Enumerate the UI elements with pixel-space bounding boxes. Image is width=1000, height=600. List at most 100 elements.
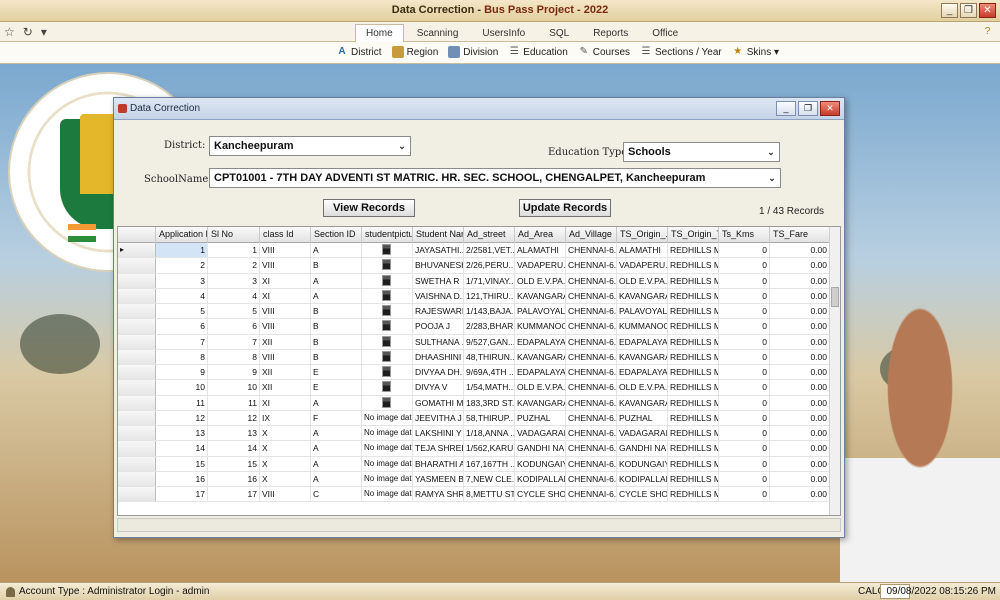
student-picture-cell[interactable]: [362, 288, 413, 303]
customize-dropdown-icon[interactable]: ▾: [41, 25, 47, 39]
cell-street[interactable]: 183,3RD ST...: [464, 395, 515, 410]
cell-origin[interactable]: KUMMANOOR: [617, 319, 668, 334]
education-command[interactable]: ☰ Education: [508, 46, 568, 58]
cell-village[interactable]: CHENNAI-6...: [566, 349, 617, 364]
row-header[interactable]: [118, 319, 156, 334]
cell-app_id[interactable]: 16: [156, 471, 208, 486]
cell-sec[interactable]: A: [311, 288, 362, 303]
cell-sec[interactable]: A: [311, 273, 362, 288]
cell-street[interactable]: 121,THIRU...: [464, 288, 515, 303]
student-picture-cell[interactable]: No image data: [362, 487, 413, 502]
cell-origin[interactable]: KAVANGARAI: [617, 395, 668, 410]
cell-to[interactable]: REDHILLS M...: [668, 395, 719, 410]
cell-name[interactable]: BHUVANESH...: [413, 258, 464, 273]
cell-street[interactable]: 1/54,MATH...: [464, 380, 515, 395]
table-row[interactable]: 13 13 X A No image data LAKSHINI Y 1/18,ANNA .…: [118, 426, 830, 442]
school-name-combobox[interactable]: CPT01001 - 7TH DAY ADVENTI ST MATRIC. HR…: [209, 168, 781, 188]
table-row[interactable]: 1717VIIICNo image dataRAMYA SHR...8,METT…: [118, 487, 830, 503]
cell-area[interactable]: KAVANGARAI: [515, 349, 566, 364]
cell-street[interactable]: 9/527,GAN...: [464, 334, 515, 349]
cell-area[interactable]: CYCLE SHOP: [515, 487, 566, 502]
cell-sl[interactable]: 9: [208, 365, 260, 380]
cell-cls[interactable]: XI: [260, 395, 311, 410]
cell-app_id[interactable]: 3: [156, 273, 208, 288]
table-row[interactable]: ▸ 1 1 VIII A JAYASATHI... 2/2581,VET... ALAMATH…: [118, 243, 830, 259]
cell-village[interactable]: CHENNAI-6...: [566, 487, 617, 502]
cell-to[interactable]: REDHILLS M...: [668, 456, 719, 471]
cell-cls[interactable]: VIII: [260, 487, 311, 502]
cell-cls[interactable]: XI: [260, 273, 311, 288]
form-close-button[interactable]: ✕: [820, 101, 840, 116]
column-header[interactable]: Section ID: [311, 227, 362, 243]
cell-cls[interactable]: XII: [260, 365, 311, 380]
cell-name[interactable]: JAYASATHI...: [413, 243, 464, 258]
cell-cls[interactable]: VIII: [260, 349, 311, 364]
cell-sec[interactable]: B: [311, 319, 362, 334]
cell-fare[interactable]: 0.00: [770, 243, 830, 258]
cell-app_id[interactable]: 10: [156, 380, 208, 395]
column-header[interactable]: Ad_Area: [515, 227, 566, 243]
row-header[interactable]: ▸: [118, 243, 156, 258]
student-picture-cell[interactable]: No image data: [362, 426, 413, 441]
cell-cls[interactable]: X: [260, 471, 311, 486]
cell-street[interactable]: 8,METTU ST,: [464, 487, 515, 502]
sections-command[interactable]: ☰ Sections / Year: [640, 46, 722, 58]
cell-fare[interactable]: 0.00: [770, 471, 830, 486]
cell-village[interactable]: CHENNAI-6...: [566, 380, 617, 395]
app-minimize-button[interactable]: _: [941, 3, 958, 18]
cell-sec[interactable]: A: [311, 395, 362, 410]
cell-sl[interactable]: 3: [208, 273, 260, 288]
cell-sec[interactable]: B: [311, 304, 362, 319]
cell-to[interactable]: REDHILLS M...: [668, 304, 719, 319]
cell-app_id[interactable]: 12: [156, 410, 208, 425]
cell-origin[interactable]: ALAMATHI: [617, 243, 668, 258]
cell-kms[interactable]: 0: [719, 365, 770, 380]
row-header[interactable]: [118, 349, 156, 364]
cell-name[interactable]: SULTHANA ...: [413, 334, 464, 349]
cell-to[interactable]: REDHILLS M...: [668, 243, 719, 258]
column-header[interactable]: Ts_Kms: [719, 227, 770, 243]
table-row[interactable]: 16 16 X A No image data YASMEEN B 7,NEW CLE...…: [118, 471, 830, 487]
cell-origin[interactable]: EDAPALAYAM: [617, 334, 668, 349]
cell-area[interactable]: KODIPALLAM: [515, 471, 566, 486]
cell-cls[interactable]: VIII: [260, 258, 311, 273]
student-picture-cell[interactable]: [362, 258, 413, 273]
table-row[interactable]: 15 15 X A No image data BHARATHI A 167,167TH .…: [118, 456, 830, 472]
cell-area[interactable]: PALAVOYAL: [515, 304, 566, 319]
cell-street[interactable]: 1/143,BAJA...: [464, 304, 515, 319]
cell-kms[interactable]: 0: [719, 380, 770, 395]
tab-scanning[interactable]: Scanning: [406, 24, 470, 42]
table-row[interactable]: 11 11 XI A GOMATHI M 183,3RD ST... KAVANGARAI C…: [118, 395, 830, 411]
cell-origin[interactable]: VADAPERU...: [617, 258, 668, 273]
cell-app_id[interactable]: 5: [156, 304, 208, 319]
student-picture-cell[interactable]: [362, 243, 413, 258]
district-command[interactable]: A District: [336, 46, 381, 58]
row-header[interactable]: [118, 487, 156, 502]
cell-street[interactable]: 167,167TH ...: [464, 456, 515, 471]
cell-area[interactable]: KUMMANOOR: [515, 319, 566, 334]
cell-to[interactable]: REDHILLS M...: [668, 365, 719, 380]
cell-to[interactable]: REDHILLS M...: [668, 273, 719, 288]
cell-origin[interactable]: EDAPALAYAM: [617, 365, 668, 380]
table-row[interactable]: 1414XANo image dataTEJA SHREE S1/562,KAR…: [118, 441, 830, 457]
cell-name[interactable]: GOMATHI M: [413, 395, 464, 410]
cell-origin[interactable]: OLD E.V.PA...: [617, 380, 668, 395]
chevron-down-icon[interactable]: ⌄: [394, 137, 410, 155]
cell-area[interactable]: PUZHAL: [515, 410, 566, 425]
student-picture-cell[interactable]: [362, 380, 413, 395]
cell-street[interactable]: 1/18,ANNA ...: [464, 426, 515, 441]
region-command[interactable]: Region: [391, 46, 438, 58]
cell-fare[interactable]: 0.00: [770, 273, 830, 288]
cell-origin[interactable]: PUZHAL: [617, 410, 668, 425]
cell-kms[interactable]: 0: [719, 426, 770, 441]
cell-sec[interactable]: C: [311, 487, 362, 502]
cell-cls[interactable]: VIII: [260, 243, 311, 258]
cell-sl[interactable]: 14: [208, 441, 260, 456]
cell-origin[interactable]: PALAVOYAL: [617, 304, 668, 319]
cell-sec[interactable]: E: [311, 380, 362, 395]
cell-sec[interactable]: A: [311, 243, 362, 258]
cell-kms[interactable]: 0: [719, 349, 770, 364]
chevron-down-icon[interactable]: ⌄: [763, 143, 779, 161]
cell-village[interactable]: CHENNAI-6...: [566, 258, 617, 273]
cell-app_id[interactable]: 6: [156, 319, 208, 334]
